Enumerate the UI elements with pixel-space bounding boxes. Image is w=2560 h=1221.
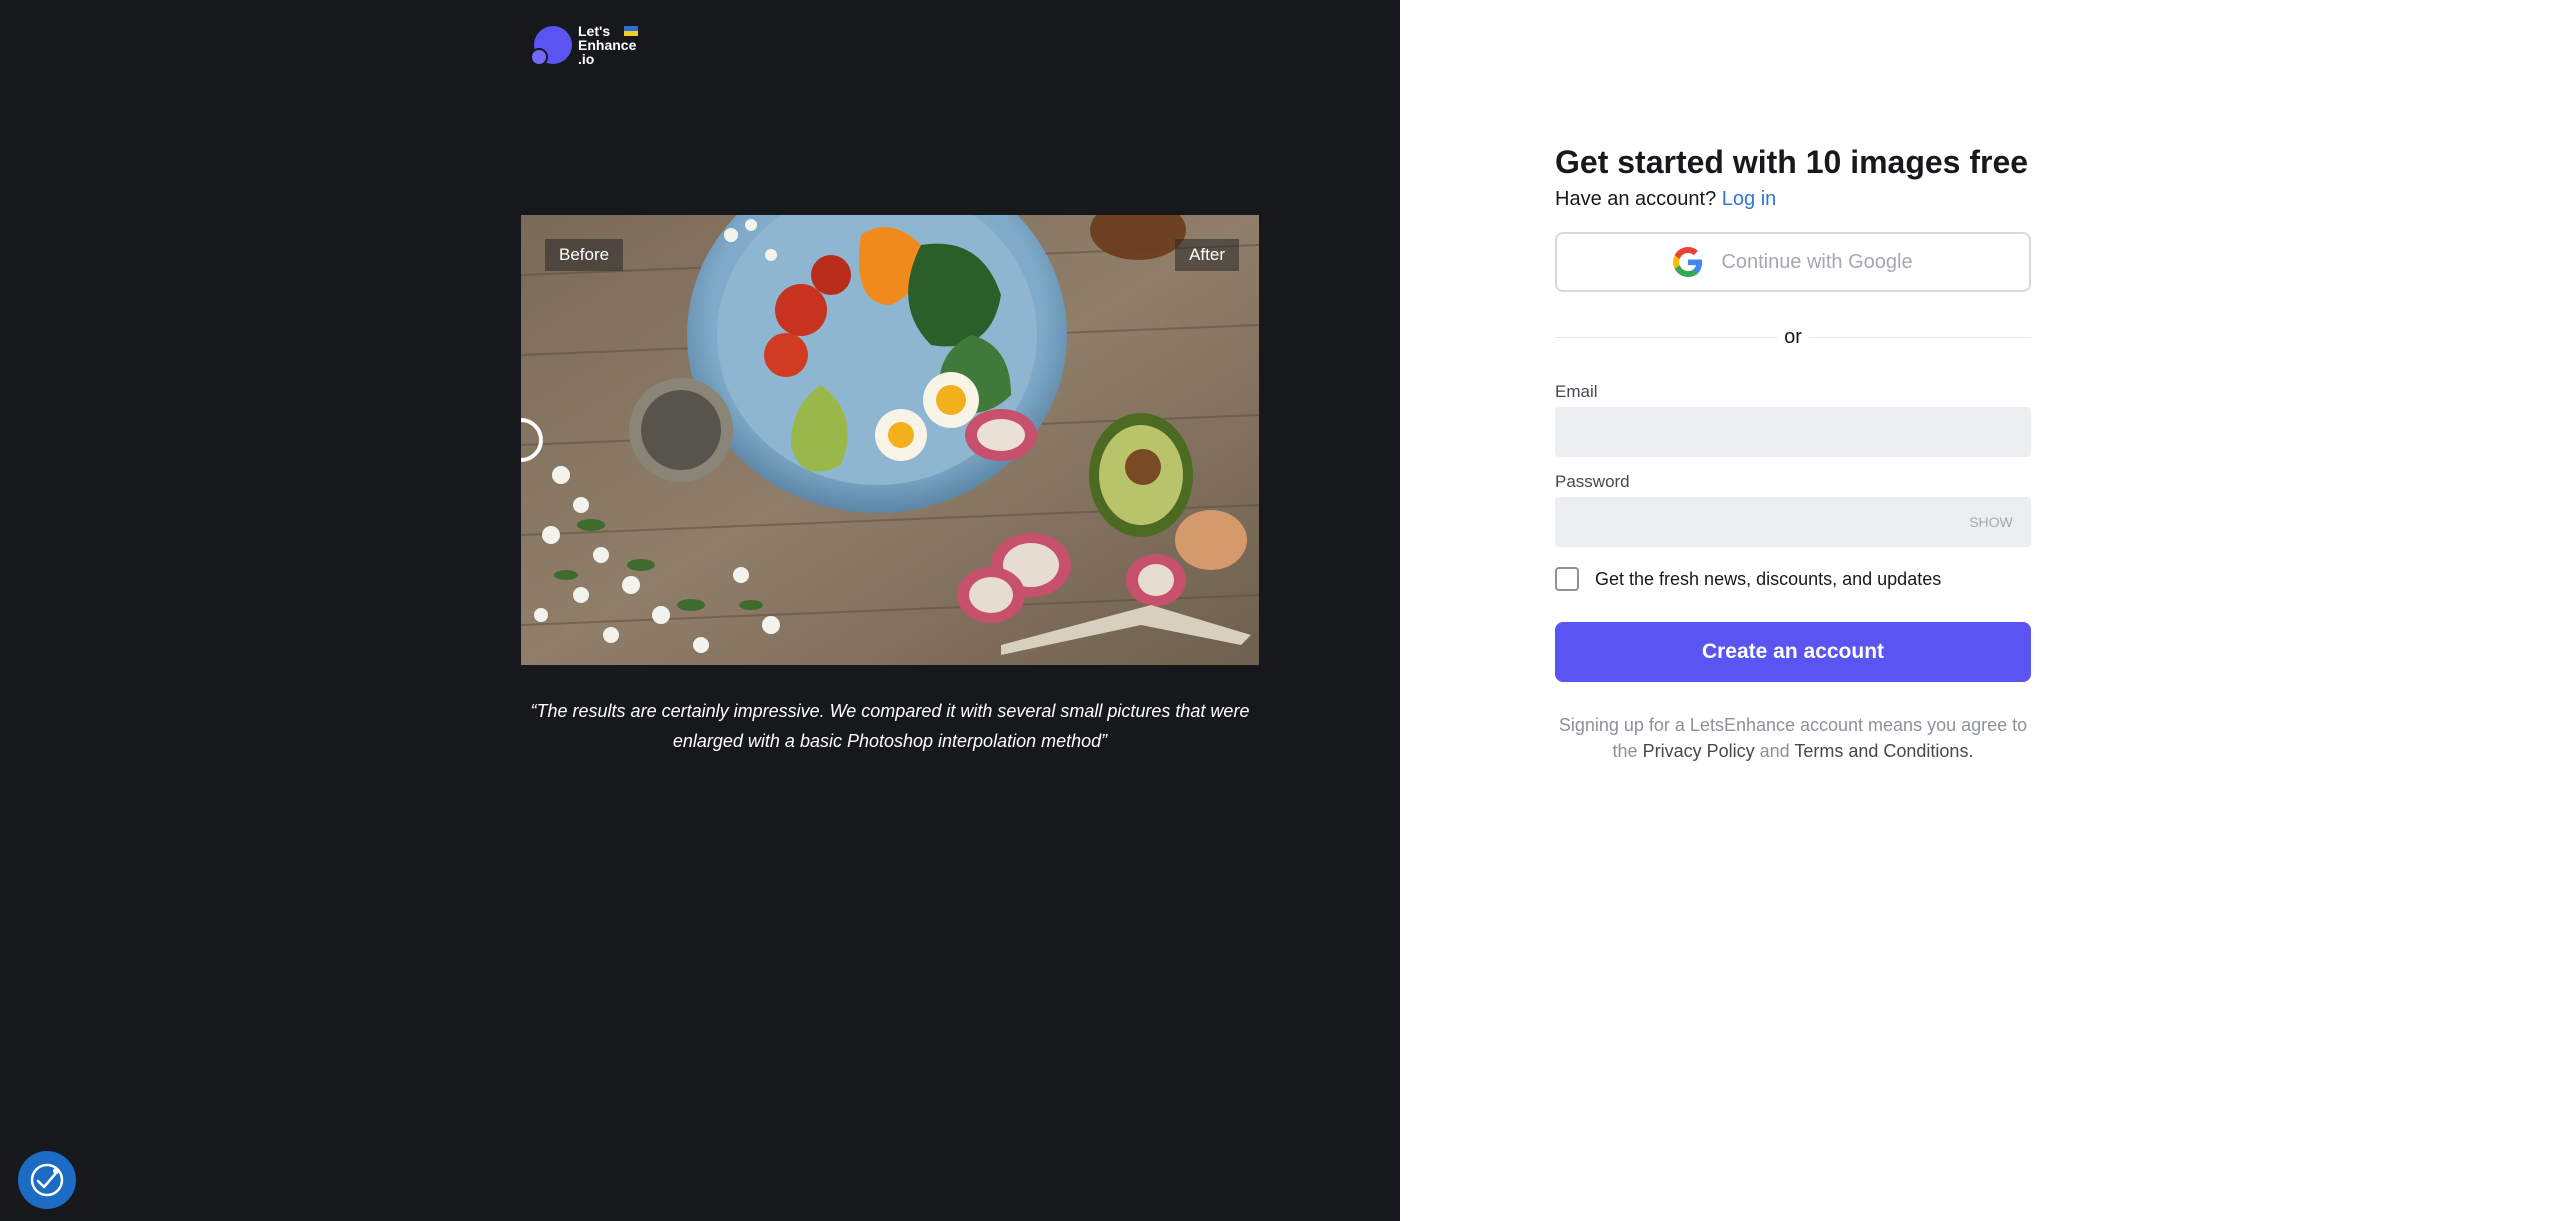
newsletter-row: Get the fresh news, discounts, and updat… bbox=[1555, 567, 1941, 591]
letsenhance-logo[interactable]: Let's Enhance .io bbox=[530, 24, 639, 68]
terms-notice: Signing up for a LetsEnhance account mea… bbox=[1555, 712, 2031, 764]
logo-mark-icon bbox=[530, 24, 572, 68]
terms-and-conditions-link[interactable]: Terms and Conditions bbox=[1794, 741, 1968, 761]
after-label: After bbox=[1175, 239, 1239, 271]
privacy-policy-link[interactable]: Privacy Policy bbox=[1643, 741, 1755, 761]
page-title: Get started with 10 images free bbox=[1555, 144, 2029, 180]
logo-text: Let's Enhance .io bbox=[578, 24, 639, 67]
have-account-text: Have an account? bbox=[1555, 188, 1717, 210]
accessibility-icon bbox=[30, 1163, 64, 1197]
terms-period: . bbox=[1968, 741, 1974, 761]
testimonial-quote: “The results are certainly impressive. W… bbox=[530, 701, 1250, 751]
logo-line-3: .io bbox=[578, 51, 595, 67]
food-photo bbox=[521, 215, 1259, 665]
create-account-button[interactable]: Create an account bbox=[1555, 622, 2031, 682]
newsletter-checkbox[interactable] bbox=[1555, 567, 1579, 591]
newsletter-label[interactable]: Get the fresh news, discounts, and updat… bbox=[1595, 569, 1941, 590]
logo-line-2: Enhance bbox=[578, 37, 637, 53]
google-icon bbox=[1673, 247, 1703, 277]
continue-with-google-button[interactable]: Continue with Google bbox=[1555, 232, 2031, 292]
password-label: Password bbox=[1555, 472, 1630, 491]
before-label: Before bbox=[545, 239, 624, 271]
have-account-row: Have an account? Log in bbox=[1555, 188, 1776, 211]
google-button-label: Continue with Google bbox=[1721, 250, 1913, 273]
left-panel: Let's Enhance .io Before After “The resu… bbox=[0, 0, 1400, 1221]
email-field[interactable] bbox=[1555, 407, 2031, 457]
ukraine-flag-icon bbox=[624, 26, 639, 36]
show-password-button[interactable]: SHOW bbox=[1951, 497, 2031, 547]
email-label: Email bbox=[1555, 382, 1598, 401]
right-panel: Get started with 10 images free Have an … bbox=[1400, 0, 2560, 1221]
or-divider: or bbox=[1555, 325, 2031, 349]
terms-and: and bbox=[1759, 741, 1790, 761]
accessibility-button[interactable] bbox=[18, 1151, 76, 1209]
before-after-image[interactable]: Before After bbox=[521, 215, 1259, 665]
login-link[interactable]: Log in bbox=[1722, 188, 1777, 210]
